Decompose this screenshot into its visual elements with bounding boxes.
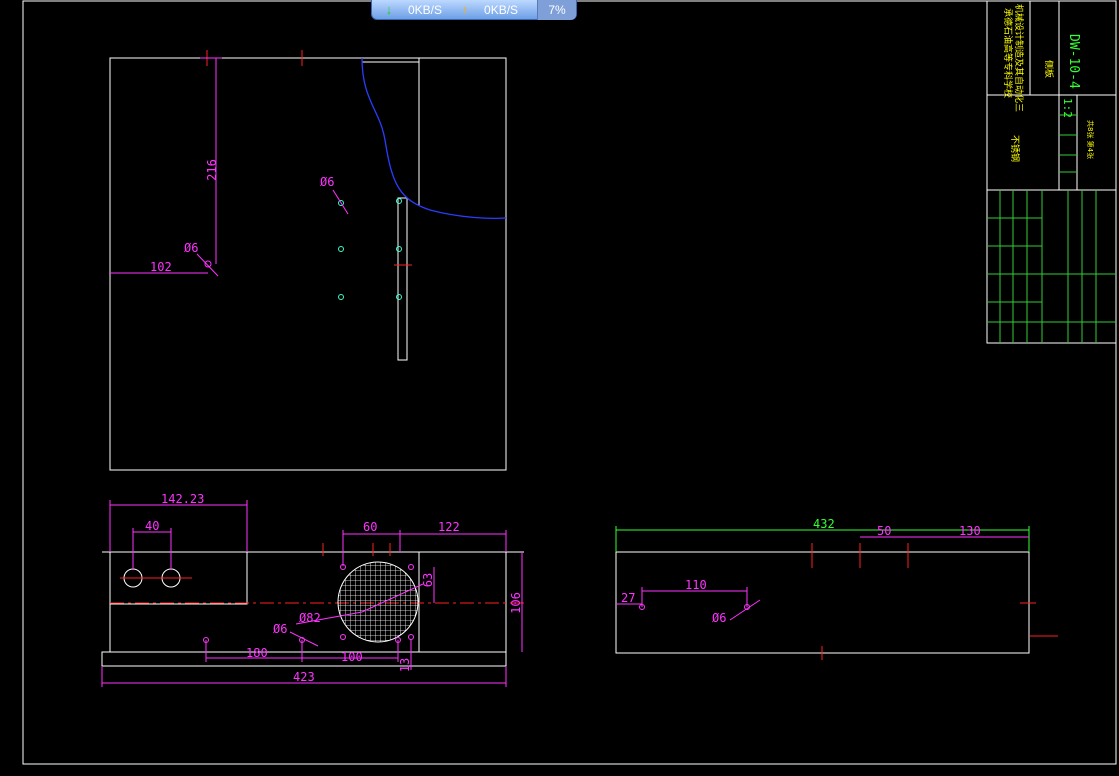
front-right-pocket (418, 551, 507, 653)
part-name: 侧板 (1043, 60, 1055, 78)
dim-142-23: 142.23 (161, 492, 204, 506)
side-view: 432 50 130 110 27 Ø6 (615, 517, 1058, 660)
front-bottom-plate (101, 651, 507, 667)
dim-106: 106 (509, 592, 523, 614)
sheet-count: 共8张 第4张 (1086, 120, 1095, 159)
upload-arrow-icon: ↑ (461, 2, 469, 17)
plan-hole (396, 294, 402, 300)
dim-102: 102 (150, 260, 172, 274)
drawing-number: DW-10-4 (1066, 34, 1081, 89)
dim-180: 180 (246, 646, 268, 660)
dim-110: 110 (685, 578, 707, 592)
front-view: 142.23 40 60 122 63 106 Ø82 Ø6 180 100 1… (101, 492, 524, 687)
download-arrow-icon: ↓ (385, 2, 393, 17)
dim-40: 40 (145, 519, 159, 533)
front-bolt-hole (340, 634, 346, 640)
title-block: 承德石油高等专科学校 机械设计制造及其自动化三 侧板 DW-10-4 不锈钢 1… (986, 0, 1117, 344)
hole-callout: Ø6 (320, 175, 334, 189)
dim-60: 60 (363, 520, 377, 534)
usage-percent: 7% (537, 0, 576, 20)
leader-line (289, 631, 319, 647)
dim-100: 100 (341, 650, 363, 664)
scale: 1:2 (1061, 98, 1074, 118)
plan-hole (396, 198, 402, 204)
dim-130: 130 (959, 524, 981, 538)
network-monitor-widget[interactable]: ↓ 0KB/S ↑ 0KB/S 7% (371, 0, 577, 20)
dim-432: 432 (813, 517, 835, 531)
leader-line (729, 599, 761, 621)
dim-423: 423 (293, 670, 315, 684)
school-name-line2: 机械设计制造及其自动化三 (1013, 4, 1025, 112)
front-large-bore (337, 561, 419, 643)
dim-82: Ø82 (299, 611, 321, 625)
plan-hole (338, 246, 344, 252)
school-name-line1: 承德石油高等专科学校 (1002, 8, 1014, 98)
side-hole-callout: Ø6 (712, 611, 726, 625)
plan-view: 216 102 Ø6 Ø6 (109, 50, 507, 471)
hole-callout: Ø6 (184, 241, 198, 255)
dim-50: 50 (877, 524, 891, 538)
plan-slot (397, 197, 408, 361)
plan-break-line (361, 57, 507, 219)
leader-line (332, 189, 349, 215)
dim-63: 63 (421, 573, 435, 587)
front-hole-callout: Ø6 (273, 622, 287, 636)
plan-hole (338, 294, 344, 300)
drawing-border (22, 0, 1117, 765)
dim-13: 13 (398, 658, 412, 672)
cad-drawing-canvas[interactable]: 216 102 Ø6 Ø6 142.23 40 60 122 63 106 Ø8… (0, 0, 1119, 776)
front-bolt-hole (408, 564, 414, 570)
side-outline (615, 551, 1030, 654)
front-bolt-hole (408, 634, 414, 640)
dim-27: 27 (621, 591, 635, 605)
material: 不锈钢 (1009, 135, 1021, 162)
plan-hole (396, 246, 402, 252)
upload-speed: 0KB/S (484, 2, 519, 17)
dim-122: 122 (438, 520, 460, 534)
download-speed: 0KB/S (408, 2, 443, 17)
dim-216: 216 (205, 159, 219, 181)
title-block-grid (987, 114, 1116, 343)
